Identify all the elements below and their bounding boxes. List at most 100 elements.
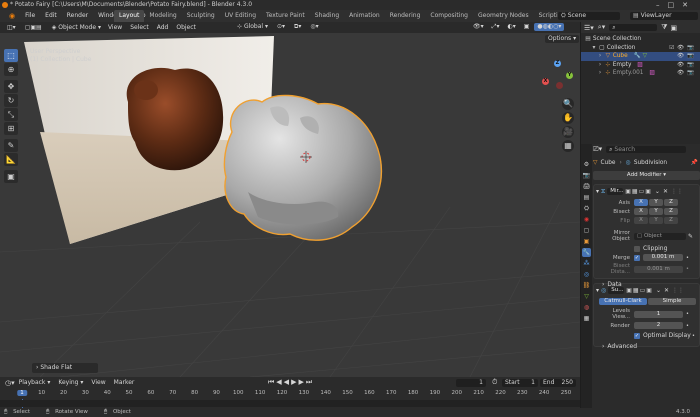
flip-axis-y[interactable]: Y (649, 217, 663, 224)
bisect-axis-y[interactable]: Y (649, 208, 663, 215)
tab-layout[interactable]: Layout (114, 10, 145, 22)
bisect-distance-field[interactable]: 0.001 m (634, 265, 683, 273)
keyframe-dot-icon[interactable]: • (686, 266, 689, 272)
visibility-icons[interactable]: 👁📷 (677, 52, 697, 61)
outliner-row-empty[interactable]: › ⊹ Empty ▨ 👁📷 (581, 61, 700, 70)
properties-editor-icon[interactable]: ⎚▾ (593, 145, 602, 154)
modifier-toggle-icons[interactable]: ▣▦▭▣ (626, 287, 653, 294)
visibility-icon[interactable]: 👁▾ (470, 23, 487, 31)
transform-orientation[interactable]: ⊹ Global ▾ (234, 23, 271, 31)
expand-arrow-icon[interactable]: › (597, 52, 603, 61)
proportional-edit-icon[interactable]: ◎▾ (307, 23, 322, 31)
outliner-editor-icon[interactable]: ☰▾ (584, 24, 594, 32)
texture-tab-icon[interactable]: ▦ (582, 314, 591, 323)
tab-geometry-nodes[interactable]: Geometry Nodes (473, 10, 534, 22)
pin-icon[interactable]: 📌 (691, 160, 698, 166)
tab-compositing[interactable]: Compositing (425, 10, 473, 22)
vp-menu-add[interactable]: Add (153, 22, 173, 33)
last-operator-panel[interactable]: › Shade Flat (32, 363, 98, 373)
select-mode-icons[interactable]: ▢▣▤ (21, 23, 45, 32)
outliner-row-collection[interactable]: ▾ ▢ Collection ☑👁📷 (581, 44, 700, 53)
current-frame-field[interactable]: 1 (456, 379, 486, 387)
visibility-icons[interactable]: 👁📷 (677, 61, 697, 70)
visibility-icons[interactable]: 👁📷 (677, 69, 697, 78)
3d-viewport[interactable]: ◫▾ ▢▣▤ ◈ Object Mode ▾ View Select Add O… (0, 22, 580, 377)
end-frame-field[interactable]: End 250 (540, 379, 576, 387)
shading-modes-icon[interactable]: ●◍◐○▾ (534, 23, 565, 31)
menu-edit[interactable]: Edit (40, 10, 62, 22)
playback-controls[interactable]: ⏮◀◀▶▶⏭ (268, 378, 314, 387)
outliner-row-scene-collection[interactable]: ▤ Scene Collection (581, 35, 700, 44)
merge-checkbox[interactable]: ✓ (634, 254, 640, 261)
navigation-gizmo[interactable]: Z Y X 🔍 ✋ 🎥 ▦ (540, 60, 576, 160)
remove-modifier-icon[interactable]: ✕ (663, 188, 668, 195)
properties-search[interactable]: ⌕ Search (606, 146, 687, 153)
blender-menu-icon[interactable]: ◉ (4, 10, 20, 22)
advanced-subpanel[interactable]: › Advanced (596, 343, 697, 350)
expand-arrow-icon[interactable]: › (597, 69, 603, 78)
tab-modeling[interactable]: Modeling (144, 10, 181, 22)
timeline-editor-icon[interactable]: ◷▾ (0, 379, 15, 387)
scene-tab-icon[interactable]: ⛭ (582, 204, 591, 213)
vp-menu-select[interactable]: Select (126, 22, 153, 33)
drag-handle-icon[interactable]: ⋮⋮ (672, 287, 684, 294)
expand-arrow-icon[interactable]: › (602, 343, 604, 350)
menu-file[interactable]: File (20, 10, 40, 22)
move-tool-icon[interactable]: ✥ (4, 80, 18, 93)
modifier-menu-icon[interactable]: ⌄ (656, 287, 661, 294)
tab-animation[interactable]: Animation (344, 10, 385, 22)
mirror-axis-z[interactable]: Z (664, 199, 678, 206)
collapse-arrow-icon[interactable]: ▾ (596, 188, 599, 195)
tl-menu-keying[interactable]: Keying ▾ (54, 377, 87, 388)
bisect-axis-z[interactable]: Z (664, 208, 678, 215)
outliner-display-icon[interactable]: ⌕▾ (598, 23, 605, 32)
cursor-tool-icon[interactable]: ⊕ (4, 63, 18, 76)
vp-menu-view[interactable]: View (104, 22, 126, 33)
editor-type-icon[interactable]: ◫▾ (4, 23, 19, 32)
xray-toggle-icon[interactable]: ▣ (520, 23, 533, 31)
outliner-row-empty-001[interactable]: › ⊹ Empty.001 ▨ 👁📷 (581, 69, 700, 78)
outliner-row-cube[interactable]: › ▽ Cube 🔧 ▽ 👁📷 (581, 52, 700, 61)
overlay-toggle-icon[interactable]: ◐▾ (504, 23, 519, 31)
pan-hand-icon[interactable]: ✋ (562, 112, 574, 124)
clipping-checkbox[interactable]: Clipping (634, 245, 667, 252)
remove-modifier-icon[interactable]: ✕ (664, 287, 669, 294)
start-frame-field[interactable]: Start 1 (502, 379, 538, 387)
collapse-arrow-icon[interactable]: ▾ (596, 287, 599, 294)
modifier-menu-icon[interactable]: ⌄ (655, 188, 660, 195)
output-tab-icon[interactable]: 🖨 (582, 182, 591, 191)
scene-selector[interactable]: ⛭ Scene (558, 12, 620, 20)
render-levels-field[interactable]: 2 (634, 322, 683, 329)
add-modifier-button[interactable]: Add Modifier ▾ (593, 171, 700, 180)
expand-arrow-icon[interactable]: ▾ (591, 44, 597, 53)
keyframe-dot-icon[interactable]: • (686, 255, 689, 261)
new-collection-icon[interactable]: ▣ (670, 24, 677, 32)
world-tab-icon[interactable]: ◉ (582, 215, 591, 224)
expand-arrow-icon[interactable]: › (597, 61, 603, 70)
levels-viewport-field[interactable]: 1 (634, 310, 683, 318)
camera-view-icon[interactable]: 🎥 (562, 126, 574, 138)
data-tab-icon[interactable]: ▽ (582, 292, 591, 301)
drag-handle-icon[interactable]: ⋮⋮ (671, 188, 683, 195)
object-tab-icon[interactable]: ▣ (582, 237, 591, 246)
keyframe-dot-icon[interactable]: • (686, 323, 689, 329)
merge-distance-field[interactable]: 0.001 m (643, 254, 683, 261)
mirror-object-field[interactable]: ▢ Object (634, 232, 686, 240)
clipping-checkbox-box[interactable] (634, 245, 640, 252)
mirror-axis-x[interactable]: X (634, 199, 648, 206)
optimal-display-checkbox-box[interactable]: ✓ (634, 332, 640, 339)
catmull-clark-button[interactable]: Catmull-Clark (599, 298, 647, 305)
tl-menu-playback[interactable]: Playback ▾ (15, 377, 55, 388)
preview-range-icon[interactable]: ⏱ (492, 378, 497, 387)
modifier-tab-icon[interactable]: 🔧 (582, 248, 591, 257)
measure-tool-icon[interactable]: 📐 (4, 153, 18, 166)
scale-tool-icon[interactable]: ⤡ (4, 108, 18, 121)
particles-tab-icon[interactable]: ⁂ (582, 259, 591, 268)
mirror-modifier-name[interactable]: Mir... (607, 188, 624, 195)
perspective-grid-icon[interactable]: ▦ (562, 140, 574, 152)
view-layer-selector[interactable]: ▤ ViewLayer (630, 12, 698, 20)
optimal-display-checkbox[interactable]: ✓ Optimal Display (634, 332, 691, 339)
simple-button[interactable]: Simple (648, 298, 696, 305)
gizmo-y-axis[interactable]: Y (566, 72, 573, 79)
select-box-tool-icon[interactable]: ⬚ (4, 49, 18, 62)
